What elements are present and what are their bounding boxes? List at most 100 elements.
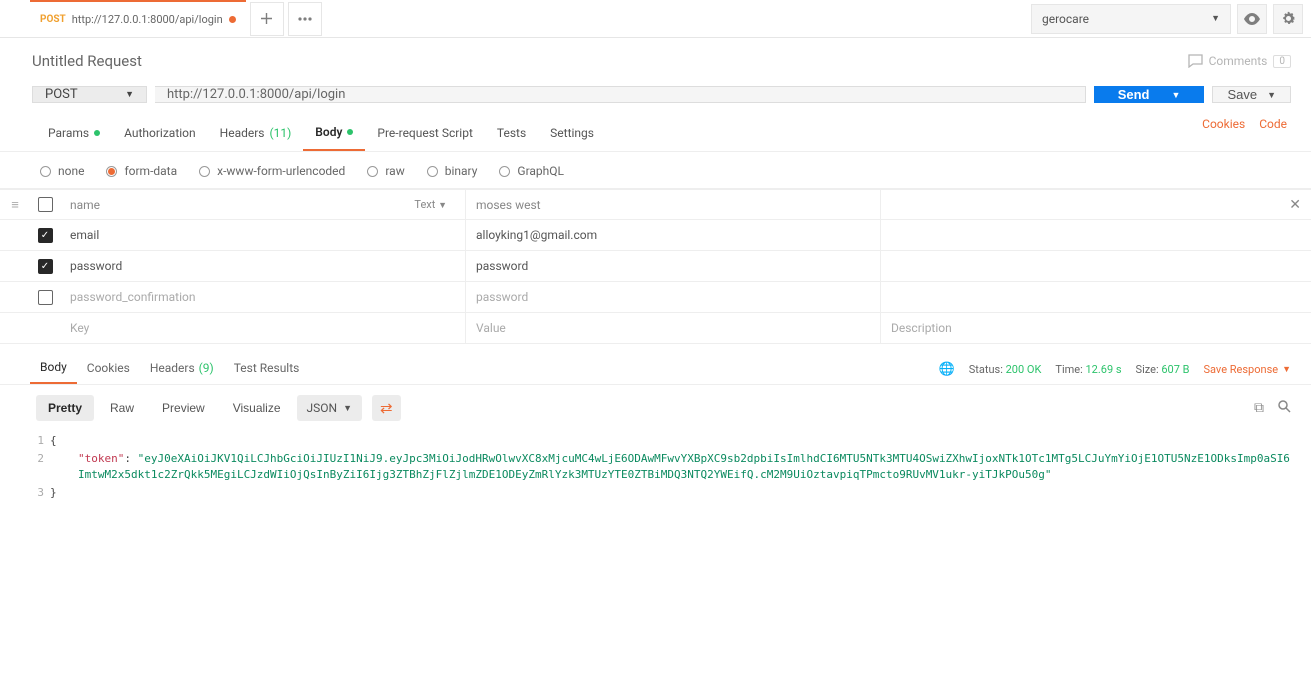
comment-icon xyxy=(1188,54,1203,68)
view-pretty[interactable]: Pretty xyxy=(36,395,94,421)
save-label: Save xyxy=(1227,87,1257,102)
resp-tab-headers[interactable]: Headers (9) xyxy=(140,355,224,383)
settings-button[interactable] xyxy=(1273,4,1303,34)
top-right-controls: gerocare ▼ xyxy=(1031,4,1311,34)
radio-binary[interactable]: binary xyxy=(427,164,478,178)
comments-count: 0 xyxy=(1273,55,1291,68)
tab-prerequest[interactable]: Pre-request Script xyxy=(365,117,484,151)
view-visualize[interactable]: Visualize xyxy=(221,395,293,421)
new-tab-button[interactable] xyxy=(250,2,284,36)
type-dropdown[interactable]: Text ▼ xyxy=(414,198,447,211)
format-select[interactable]: JSON ▼ xyxy=(297,395,362,421)
value-cell[interactable]: alloyking1@gmail.com xyxy=(465,220,880,250)
time-item: Time: 12.69 s xyxy=(1055,363,1121,376)
radio-form-data[interactable]: form-data xyxy=(106,164,177,178)
desc-cell[interactable] xyxy=(880,251,1311,281)
desc-cell[interactable] xyxy=(880,282,1311,312)
chevron-down-icon: ▼ xyxy=(1211,13,1220,24)
request-tabs: Params Authorization Headers (11) Body P… xyxy=(0,113,1311,152)
active-dot xyxy=(347,129,353,135)
header-value-cell[interactable]: moses west xyxy=(465,190,880,219)
search-icon[interactable] xyxy=(1278,400,1291,416)
method-value: POST xyxy=(45,87,78,102)
table-row-empty: Key Value Description xyxy=(0,313,1311,344)
resp-tab-body[interactable]: Body xyxy=(30,354,77,384)
radio-raw[interactable]: raw xyxy=(367,164,404,178)
radio-none[interactable]: none xyxy=(40,164,84,178)
response-tools: ⧉ xyxy=(1254,400,1291,416)
method-select[interactable]: POST ▼ xyxy=(32,86,147,103)
env-quicklook-button[interactable] xyxy=(1237,4,1267,34)
row-checkbox[interactable]: ✓ xyxy=(38,228,53,243)
radio-graphql[interactable]: GraphQL xyxy=(499,164,564,178)
size-item: Size: 607 B xyxy=(1136,363,1190,376)
form-data-table: ≡ name Text ▼ moses west ✕ ✓ email alloy… xyxy=(0,188,1311,344)
url-value: http://127.0.0.1:8000/api/login xyxy=(167,87,345,102)
response-body[interactable]: 1{ 2"token": "eyJ0eXAiOiJKV1QiLCJhbGciOi… xyxy=(0,429,1311,506)
table-row: ✓ password password xyxy=(0,251,1311,282)
close-icon[interactable]: ✕ xyxy=(1289,197,1301,213)
tab-strip: POST http://127.0.0.1:8000/api/login xyxy=(0,0,322,37)
desc-cell[interactable] xyxy=(880,220,1311,250)
resp-tab-cookies[interactable]: Cookies xyxy=(77,355,140,383)
drag-handle-icon[interactable]: ≡ xyxy=(0,197,30,213)
tab-authorization[interactable]: Authorization xyxy=(112,117,208,151)
tab-url: http://127.0.0.1:8000/api/login xyxy=(72,13,223,26)
tab-settings[interactable]: Settings xyxy=(538,117,606,151)
request-links: Cookies Code xyxy=(1202,117,1291,151)
send-label: Send xyxy=(1118,87,1150,102)
header-desc-cell: ✕ xyxy=(880,190,1311,219)
header-key-cell[interactable]: name Text ▼ xyxy=(60,190,465,219)
wrap-lines-button[interactable]: ⇄ xyxy=(372,395,401,421)
view-preview[interactable]: Preview xyxy=(150,395,217,421)
select-all-checkbox[interactable] xyxy=(30,197,60,212)
view-raw[interactable]: Raw xyxy=(98,395,146,421)
url-input[interactable]: http://127.0.0.1:8000/api/login xyxy=(155,86,1086,103)
status-item: Status: 200 OK xyxy=(969,363,1042,376)
tab-headers[interactable]: Headers (11) xyxy=(208,117,304,151)
save-response-button[interactable]: Save Response ▼ xyxy=(1204,363,1292,376)
value-placeholder[interactable]: Value xyxy=(465,313,880,343)
unsaved-dot xyxy=(229,16,236,23)
request-tab[interactable]: POST http://127.0.0.1:8000/api/login xyxy=(30,0,246,37)
tab-method: POST xyxy=(40,14,66,25)
resp-tab-tests[interactable]: Test Results xyxy=(224,355,310,383)
response-tabs: Body Cookies Headers (9) Test Results 🌐 … xyxy=(0,344,1311,385)
send-button[interactable]: Send ▼ xyxy=(1094,86,1205,103)
active-dot xyxy=(94,130,100,136)
row-checkbox[interactable] xyxy=(38,290,53,305)
environment-name: gerocare xyxy=(1042,12,1089,26)
environment-select[interactable]: gerocare ▼ xyxy=(1031,4,1231,34)
desc-placeholder[interactable]: Description xyxy=(880,313,1311,343)
key-cell[interactable]: password xyxy=(60,251,465,281)
key-cell[interactable]: email xyxy=(60,220,465,250)
request-header: Untitled Request Comments 0 xyxy=(0,38,1311,80)
tab-body[interactable]: Body xyxy=(303,117,365,151)
tab-params[interactable]: Params xyxy=(36,117,112,151)
row-checkbox[interactable]: ✓ xyxy=(38,259,53,274)
globe-icon[interactable]: 🌐 xyxy=(939,362,955,377)
table-row: password_confirmation password xyxy=(0,282,1311,313)
radio-xwww[interactable]: x-www-form-urlencoded xyxy=(199,164,345,178)
body-type-radios: none form-data x-www-form-urlencoded raw… xyxy=(0,152,1311,188)
value-cell[interactable]: password xyxy=(465,282,880,312)
response-view-controls: Pretty Raw Preview Visualize JSON ▼ ⇄ ⧉ xyxy=(0,385,1311,429)
save-button[interactable]: Save ▼ xyxy=(1212,86,1291,103)
cookies-link[interactable]: Cookies xyxy=(1202,117,1245,151)
tab-overflow-button[interactable] xyxy=(288,2,322,36)
chevron-down-icon: ▼ xyxy=(125,89,134,100)
comments-button[interactable]: Comments 0 xyxy=(1188,54,1291,68)
copy-icon[interactable]: ⧉ xyxy=(1254,400,1264,416)
chevron-down-icon: ▼ xyxy=(1172,90,1181,100)
form-header-row: ≡ name Text ▼ moses west ✕ xyxy=(0,189,1311,220)
key-cell[interactable]: password_confirmation xyxy=(60,282,465,312)
code-link[interactable]: Code xyxy=(1259,117,1287,151)
tab-tests[interactable]: Tests xyxy=(485,117,538,151)
response-meta: 🌐 Status: 200 OK Time: 12.69 s Size: 607… xyxy=(939,362,1291,377)
comments-label: Comments xyxy=(1209,54,1268,68)
key-placeholder[interactable]: Key xyxy=(60,313,465,343)
value-cell[interactable]: password xyxy=(465,251,880,281)
request-url-row: POST ▼ http://127.0.0.1:8000/api/login S… xyxy=(0,80,1311,113)
chevron-down-icon: ▼ xyxy=(1267,90,1276,100)
table-row: ✓ email alloyking1@gmail.com xyxy=(0,220,1311,251)
